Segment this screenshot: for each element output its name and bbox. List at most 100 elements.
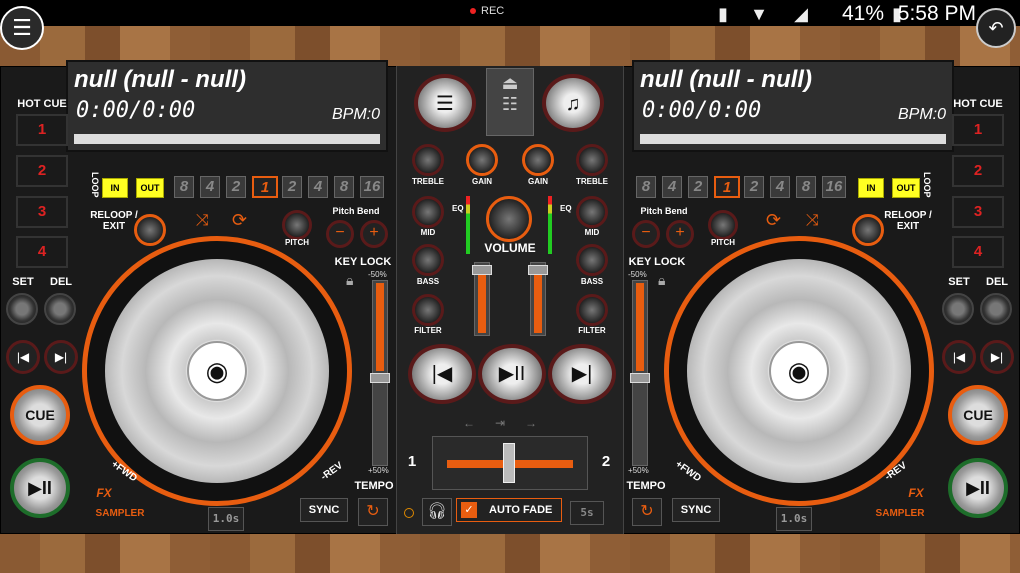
hot-cue-label-a: HOT CUE [17,98,67,110]
prev-track-button-a[interactable]: |◀ [6,340,40,374]
shuffle-icon-a[interactable]: ⤨ [196,212,209,230]
loop-in-button-a[interactable]: IN [102,178,128,198]
sync-button-a[interactable]: SYNC [300,498,348,522]
pitch-bend-plus-a[interactable]: + [360,220,388,248]
channel-fader-a[interactable] [472,262,492,336]
del-button-a[interactable] [44,293,76,325]
loop-len-a-6[interactable]: 4 [308,176,328,198]
lock-icon-b[interactable]: 🔒︎ [658,272,665,289]
mixer-settings-button[interactable]: ⏏ ☷ [486,68,534,136]
crossfader-track[interactable] [432,436,588,490]
cue-button-a[interactable]: CUE [10,385,70,445]
crossfader-handle[interactable] [503,443,515,483]
next-track-button-a[interactable]: ▶| [44,340,78,374]
tempo-slider-b[interactable] [630,280,650,466]
bass-knob-b[interactable] [576,244,608,276]
loop-len-b-3[interactable]: 2 [688,176,708,198]
loop-len-b-5[interactable]: 2 [744,176,764,198]
loop-len-b-7[interactable]: 8 [796,176,816,198]
filter-knob-b[interactable] [576,294,608,326]
treble-knob-b[interactable] [576,144,608,176]
loop-len-b-2[interactable]: 4 [662,176,682,198]
fader-handle-b[interactable] [528,265,548,275]
auto-fade-toggle[interactable]: ✓ AUTO FADE [456,498,562,522]
loop-len-a-7[interactable]: 8 [334,176,354,198]
loop-len-a-2[interactable]: 4 [200,176,220,198]
sync-button-b[interactable]: SYNC [672,498,720,522]
loop-len-a-4[interactable]: 1 [252,176,278,198]
loop-out-button-b[interactable]: OUT [892,178,920,198]
loop-len-a-5[interactable]: 2 [282,176,302,198]
gain-knob-a[interactable] [466,144,498,176]
hot-cue-a-2[interactable]: 2 [16,155,68,187]
fade-time[interactable]: 5s [570,501,604,525]
fx-label-a[interactable]: FX [92,486,116,500]
mixer-next-button[interactable]: ▶| [548,344,616,404]
hot-cue-a-4[interactable]: 4 [16,236,68,268]
loop-len-b-4[interactable]: 1 [714,176,740,198]
loop-len-a-3[interactable]: 2 [226,176,246,198]
loop-len-a-1[interactable]: 8 [174,176,194,198]
tempo-slider-a[interactable] [370,280,390,466]
hot-cue-b-3[interactable]: 3 [952,196,1004,228]
fx-label-b[interactable]: FX [904,486,928,500]
cue-button-b[interactable]: CUE [948,385,1008,445]
hot-cue-b-2[interactable]: 2 [952,155,1004,187]
set-button-a[interactable] [6,293,38,325]
del-button-b[interactable] [980,293,1012,325]
pitch-bend-plus-b[interactable]: + [666,220,694,248]
loop-len-b-8[interactable]: 16 [822,176,846,198]
hot-cue-a-3[interactable]: 3 [16,196,68,228]
prev-track-button-b[interactable]: |◀ [942,340,976,374]
tempo-handle-a[interactable] [370,373,390,383]
filter-label-a: FILTER [414,326,442,335]
play-pause-button-b[interactable]: ▶II [948,458,1008,518]
repeat-icon-b[interactable]: ⟳ [766,210,781,231]
deck-b-time: 0:00/0:00 [642,98,762,123]
hot-cue-b-4[interactable]: 4 [952,236,1004,268]
loop-len-b-6[interactable]: 4 [770,176,790,198]
pitch-knob-a[interactable] [282,210,312,240]
repeat-icon-a[interactable]: ⟳ [232,210,247,231]
mixer-play-button[interactable]: ▶II [478,344,546,404]
gain-knob-b[interactable] [522,144,554,176]
mixer-prev-button[interactable]: |◀ [408,344,476,404]
mid-knob-a[interactable] [412,196,444,228]
tempo-handle-b[interactable] [630,373,650,383]
back-button[interactable]: ↶ [976,8,1016,48]
sync-icon-button-b[interactable]: ↻ [632,498,662,526]
loop-in-button-b[interactable]: IN [858,178,884,198]
pitch-bend-minus-a[interactable]: − [326,220,354,248]
channel-fader-b[interactable] [528,262,548,336]
music-library-button[interactable]: ♫ [542,74,604,132]
tempo-top-a: -50% [368,270,387,279]
fader-handle-a[interactable] [472,265,492,275]
mid-knob-b[interactable] [576,196,608,228]
play-pause-button-a[interactable]: ▶II [10,458,70,518]
pitch-bend-minus-b[interactable]: − [632,220,660,248]
shuffle-icon-b[interactable]: ⤨ [806,212,819,230]
hot-cue-a-1[interactable]: 1 [16,114,68,146]
loop-len-b-1[interactable]: 8 [636,176,656,198]
next-track-button-b[interactable]: ▶| [980,340,1014,374]
delay-time-a[interactable]: 1.0s [208,507,244,531]
sampler-label-b[interactable]: SAMPLER [870,508,930,519]
treble-knob-a[interactable] [412,144,444,176]
reloop-button-a[interactable] [134,214,166,246]
playlist-button[interactable]: ☰ [414,74,476,132]
tempo-bottom-a: +50% [368,466,389,475]
set-button-b[interactable] [942,293,974,325]
delay-time-b[interactable]: 1.0s [776,507,812,531]
headphones-button[interactable]: 🎧︎ [422,498,452,526]
filter-knob-a[interactable] [412,294,444,326]
sampler-label-a[interactable]: SAMPLER [90,508,150,519]
loop-len-a-8[interactable]: 16 [360,176,384,198]
pitch-knob-b[interactable] [708,210,738,240]
bass-knob-a[interactable] [412,244,444,276]
menu-button[interactable]: ☰ [0,6,44,50]
loop-out-button-a[interactable]: OUT [136,178,164,198]
sync-icon-button-a[interactable]: ↻ [358,498,388,526]
lock-icon-a[interactable]: 🔒︎ [346,272,353,289]
hot-cue-b-1[interactable]: 1 [952,114,1004,146]
master-volume-knob[interactable] [486,196,532,242]
